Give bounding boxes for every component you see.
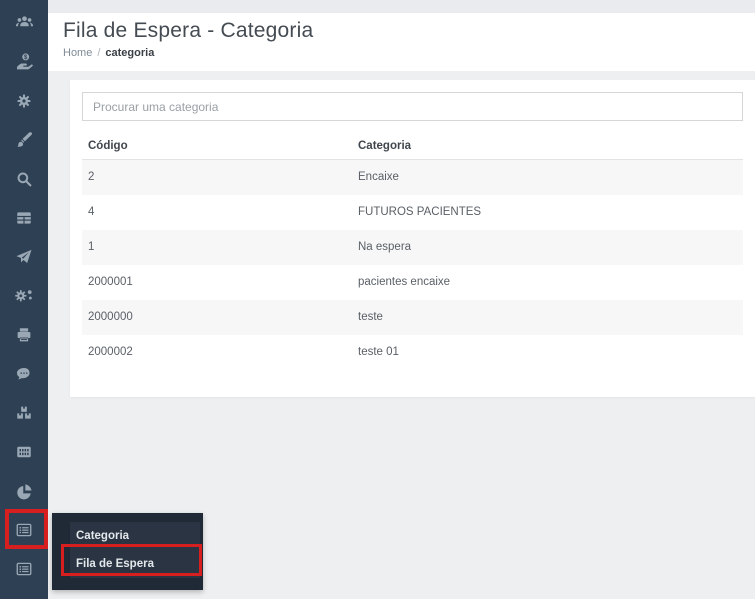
main-content: Fila de Espera - Categoria Home / categori… — [48, 0, 755, 599]
cell-codigo: 2000001 — [88, 276, 133, 288]
sidebar-item-messages[interactable] — [0, 354, 48, 393]
sidebar-item-waitlist[interactable] — [0, 510, 48, 549]
sidebar-item-schedule[interactable] — [0, 432, 48, 471]
boxes-icon — [17, 406, 31, 419]
sidebar-item-settings[interactable] — [0, 81, 48, 120]
table-row[interactable]: 2 Encaixe — [82, 159, 743, 195]
table-row[interactable]: 4 FUTUROS PACIENTES — [82, 195, 743, 230]
pie-chart-icon — [17, 483, 32, 499]
page-header: Fila de Espera - Categoria Home / categori… — [48, 13, 755, 71]
breadcrumb-home-link[interactable]: Home — [63, 47, 92, 59]
cell-categoria: teste 01 — [358, 346, 399, 358]
table-row[interactable]: 2000000 teste — [82, 299, 743, 335]
content-area: Código Categoria 2 Encaixe 4 FUTUROS PAC… — [48, 71, 755, 397]
column-header-codigo: Código — [82, 133, 352, 160]
sidebar-item-reports[interactable] — [0, 471, 48, 510]
category-table: Código Categoria 2 Encaixe 4 FUTUROS PAC… — [82, 133, 743, 370]
breadcrumb: Home / categoria — [63, 47, 755, 59]
sidebar-item-print[interactable] — [0, 315, 48, 354]
cell-codigo: 2 — [88, 171, 95, 184]
sidebar-item-finance[interactable]: $ — [0, 42, 48, 81]
table-row[interactable]: 1 Na espera — [82, 229, 743, 265]
gear-icon — [17, 93, 31, 108]
submenu-item-fila-de-espera[interactable]: Fila de Espera — [70, 550, 200, 578]
list-icon — [16, 562, 32, 575]
hand-holding-dollar-icon: $ — [16, 53, 33, 70]
cell-codigo: 2000002 — [88, 346, 133, 358]
submenu-item-categoria[interactable]: Categoria — [70, 522, 200, 550]
cell-categoria: teste — [358, 311, 383, 323]
cell-categoria: pacientes encaixe — [358, 276, 451, 288]
search-input[interactable] — [82, 92, 743, 121]
search-icon — [17, 172, 32, 186]
list-icon — [16, 523, 32, 536]
sidebar-item-search[interactable] — [0, 159, 48, 198]
cell-codigo: 1 — [88, 241, 95, 253]
cell-codigo: 2000000 — [88, 311, 133, 323]
cell-categoria: FUTUROS PACIENTES — [358, 206, 482, 218]
sidebar-item-services[interactable] — [0, 276, 48, 315]
sidebar-item-table[interactable] — [0, 198, 48, 237]
breadcrumb-current: categoria — [105, 47, 155, 59]
cell-categoria: Na espera — [358, 241, 412, 253]
sidebar: $ — [0, 0, 48, 599]
sidebar-item-send[interactable] — [0, 237, 48, 276]
category-card: Código Categoria 2 Encaixe 4 FUTUROS PAC… — [70, 80, 755, 397]
users-icon — [15, 16, 33, 27]
calendar-grid-icon — [17, 446, 31, 457]
submenu-popup: Categoria Fila de Espera — [52, 513, 203, 590]
page-title: Fila de Espera - Categoria — [63, 19, 314, 42]
chat-bubble-icon — [16, 367, 30, 379]
table-row[interactable]: 2000001 pacientes encaixe — [82, 265, 743, 300]
sidebar-item-users[interactable] — [0, 3, 48, 42]
column-header-categoria: Categoria — [352, 133, 743, 160]
paintbrush-icon — [16, 132, 32, 147]
paper-plane-icon — [16, 249, 32, 263]
submenu-items: Categoria Fila de Espera — [70, 522, 200, 578]
sidebar-item-appearance[interactable] — [0, 120, 48, 159]
table-icon — [17, 211, 31, 224]
cell-categoria: Encaixe — [358, 171, 399, 184]
cell-codigo: 4 — [88, 206, 95, 218]
gears-icon — [14, 290, 32, 302]
sidebar-item-inventory[interactable] — [0, 393, 48, 432]
printer-icon — [17, 327, 31, 341]
sidebar-item-list[interactable] — [0, 549, 48, 588]
breadcrumb-separator: / — [97, 47, 101, 59]
top-strip — [48, 0, 755, 13]
table-row[interactable]: 2000002 teste 01 — [82, 335, 743, 370]
table-header-row: Código Categoria — [82, 133, 743, 160]
